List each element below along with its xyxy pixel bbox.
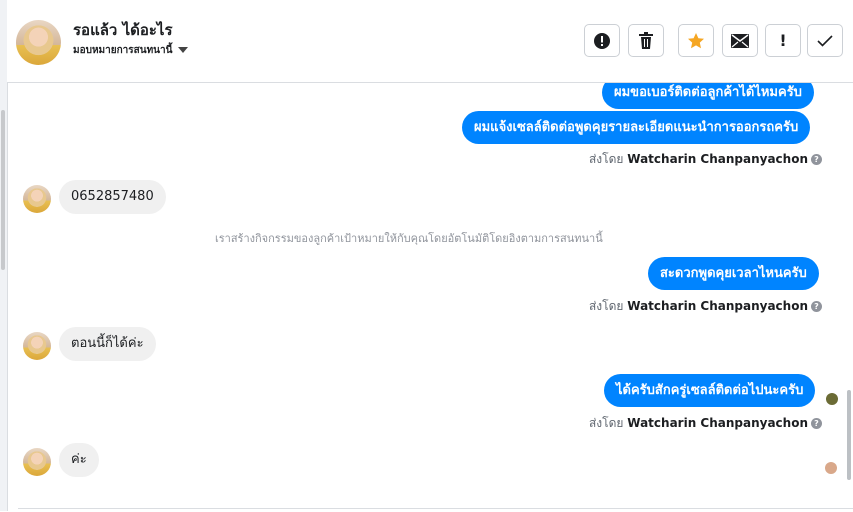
assign-label: มอบหมายการสนทนานี้ (73, 45, 173, 56)
alert-button[interactable] (584, 24, 620, 57)
sent-by-label: ส่งโดย Watcharin Chanpanyachon? (589, 414, 822, 433)
check-icon (817, 34, 833, 47)
sent-by-prefix: ส่งโดย (588, 299, 624, 313)
exclamation-icon: ! (779, 31, 787, 50)
agent-name[interactable]: Watcharin Chanpanyachon (627, 152, 808, 166)
sent-by-label: ส่งโดย Watcharin Chanpanyachon? (589, 297, 822, 316)
incoming-message: ค่ะ (59, 443, 99, 477)
star-icon (688, 32, 704, 48)
contact-avatar[interactable] (16, 20, 61, 65)
help-icon[interactable]: ? (811, 418, 822, 429)
agent-name[interactable]: Watcharin Chanpanyachon (627, 299, 808, 313)
message-list[interactable]: ผมขอเบอร์ติดต่อลูกค้าได้ไหมครับ ผมแจ้งเซ… (7, 83, 853, 511)
contact-avatar-small (23, 185, 51, 213)
sent-by-prefix: ส่งโดย (588, 416, 624, 430)
assign-conversation-dropdown[interactable]: มอบหมายการสนทนานี้ (73, 43, 189, 58)
sent-by-prefix: ส่งโดย (588, 152, 624, 166)
help-icon[interactable]: ? (811, 301, 822, 312)
incoming-message: 0652857480 (59, 180, 166, 214)
trash-icon (639, 32, 653, 49)
chat-scrollbar-thumb[interactable] (847, 390, 851, 480)
mail-button[interactable] (722, 24, 758, 57)
incoming-message: ตอนนี้ก็ได้ค่ะ (59, 327, 156, 361)
contact-avatar-small (23, 448, 51, 476)
star-button[interactable] (678, 24, 714, 57)
contact-avatar-small (23, 332, 51, 360)
composer-border (18, 508, 853, 512)
outgoing-message: ผมแจ้งเซลล์ติดต่อพูดคุยรายละเอียดแนะนำกา… (462, 111, 811, 144)
caret-down-icon (178, 47, 189, 53)
mark-done-button[interactable] (807, 24, 843, 57)
conversation-header: รอแล้ว ได้อะไร มอบหมายการสนทนานี้ ! (7, 0, 853, 83)
seen-indicator-icon (826, 393, 838, 405)
help-icon[interactable]: ? (811, 154, 822, 165)
system-note: เราสร้างกิจกรรมของลูกค้าเป้าหมายให้กับคุ… (215, 232, 603, 245)
sent-by-label: ส่งโดย Watcharin Chanpanyachon? (589, 150, 822, 169)
agent-name[interactable]: Watcharin Chanpanyachon (627, 416, 808, 430)
outgoing-message: สะดวกพูดคุยเวลาไหนครับ (648, 257, 819, 290)
alert-icon (594, 32, 610, 49)
outgoing-message: ได้ครับสักครู่เซลล์ติดต่อไปนะครับ (604, 374, 816, 407)
outgoing-message: ผมขอเบอร์ติดต่อลูกค้าได้ไหมครับ (602, 83, 814, 109)
contact-name[interactable]: รอแล้ว ได้อะไร (73, 18, 173, 42)
mark-important-button[interactable]: ! (765, 24, 801, 57)
delete-button[interactable] (628, 24, 664, 57)
left-scrollbar-thumb[interactable] (1, 110, 5, 270)
mail-icon (731, 33, 749, 48)
read-receipt-avatar-icon (825, 462, 837, 474)
